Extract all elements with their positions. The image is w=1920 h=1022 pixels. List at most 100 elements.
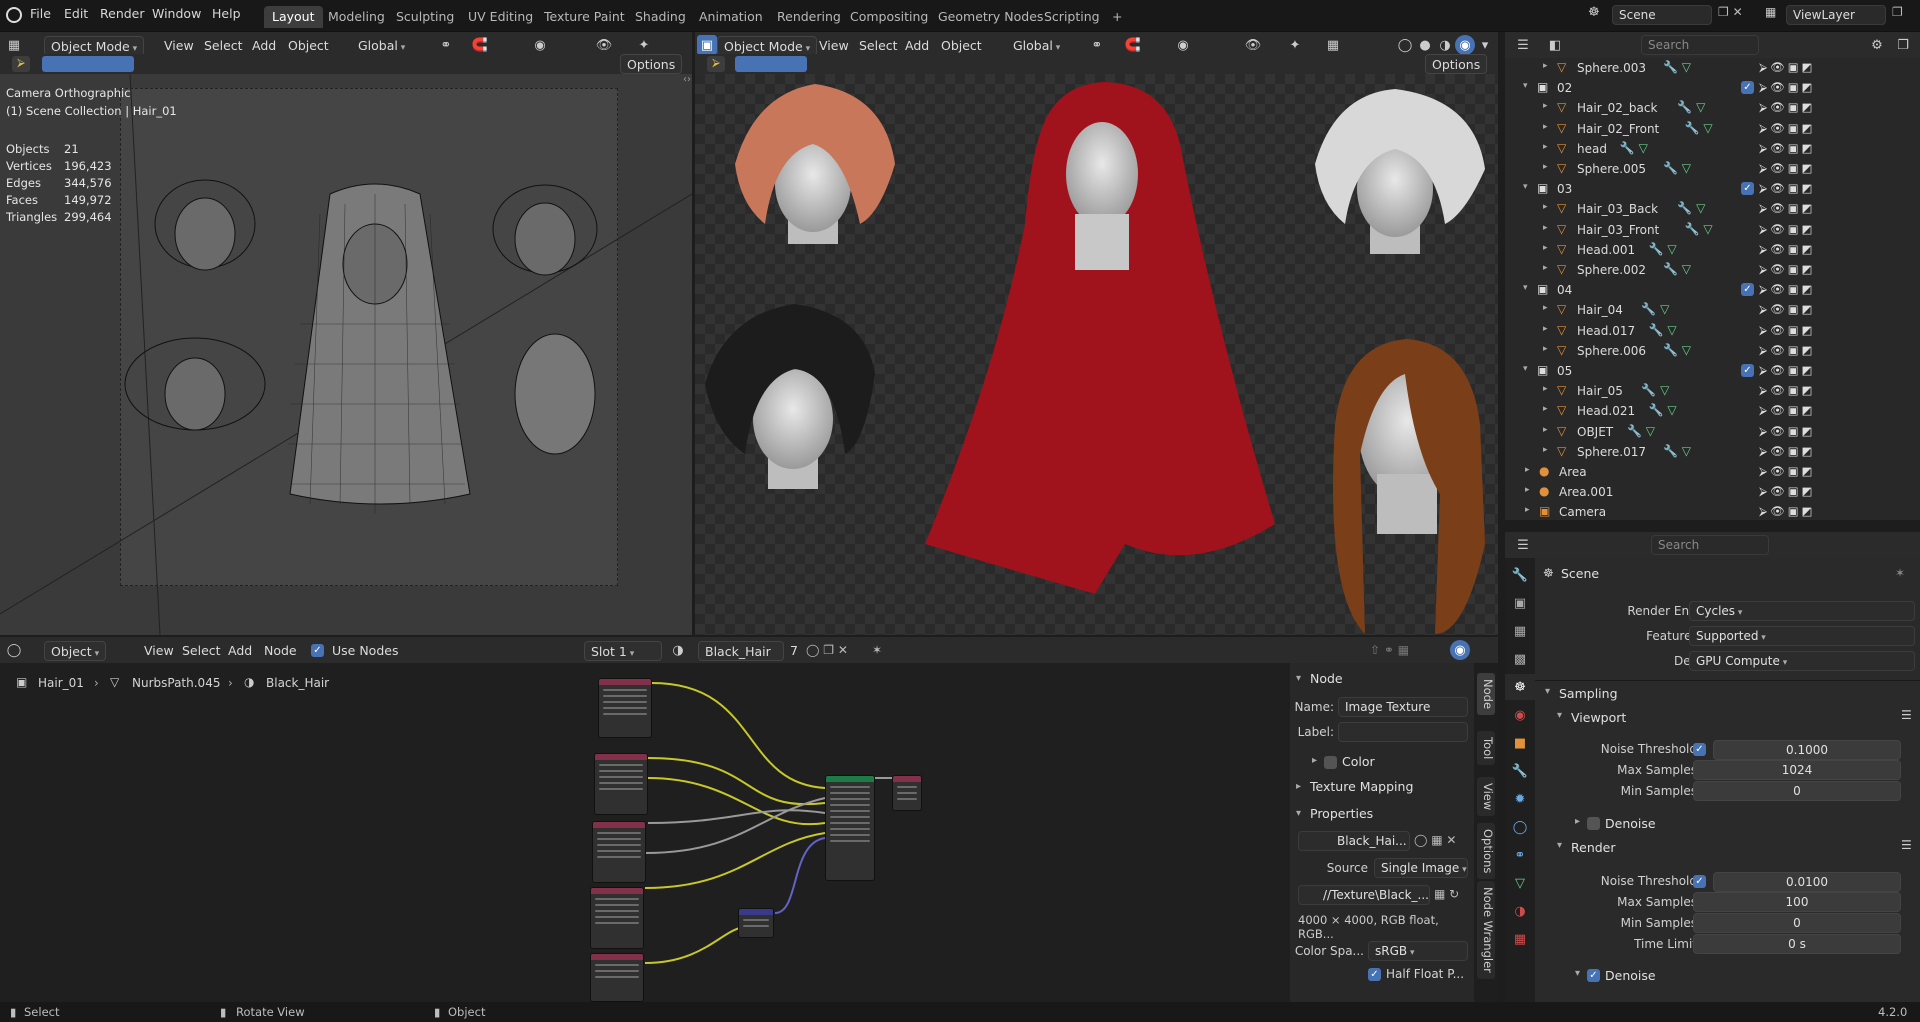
outliner-row[interactable]: ▸ ▽ Hair_05 🔧 ▽ ⮚👁▣◩: [1505, 381, 1920, 401]
tab-options[interactable]: Options: [1477, 823, 1495, 880]
outliner-row[interactable]: ▸ ● Area.001 ⮚👁▣◩: [1505, 482, 1920, 502]
vp-max-field[interactable]: 1024: [1693, 760, 1901, 780]
expand-chevron-icon[interactable]: ▾: [1523, 81, 1528, 91]
view-layer-tab-icon[interactable]: ▩: [1505, 646, 1535, 672]
render-tab-icon[interactable]: ▣: [1505, 590, 1535, 616]
node-add-menu[interactable]: Add: [222, 641, 258, 661]
colorspace-select[interactable]: sRGB: [1368, 941, 1468, 961]
tab-node-wrangler[interactable]: Node Wrangler: [1477, 881, 1495, 979]
constraint-tab-icon[interactable]: ⚭: [1505, 842, 1535, 868]
collection-exclude-checkbox[interactable]: ✓: [1741, 283, 1754, 297]
expand-chevron-icon[interactable]: ▸: [1543, 122, 1548, 132]
expand-chevron-icon[interactable]: ▸: [1543, 263, 1548, 273]
scene-tab-icon[interactable]: ☸: [1505, 674, 1535, 700]
outliner-row[interactable]: ▸ ▽ Hair_04 🔧 ▽ ⮚👁▣◩: [1505, 300, 1920, 320]
select-menu-right[interactable]: Select: [853, 36, 904, 56]
restriction-toggle-icons[interactable]: ⮚👁▣◩: [1759, 60, 1816, 75]
outliner-row[interactable]: ▸ ▽ Head.001 🔧 ▽ ⮚👁▣◩: [1505, 240, 1920, 260]
device-select[interactable]: GPU Compute: [1689, 651, 1915, 671]
options-button-right[interactable]: Options: [1425, 54, 1488, 74]
color-subpanel[interactable]: Color: [1342, 754, 1375, 769]
gizmo-icon-right[interactable]: ✦: [1285, 35, 1305, 55]
menu-help[interactable]: Help: [212, 6, 241, 21]
workspace-tab-compositing[interactable]: Compositing: [842, 6, 936, 28]
scene-actions-icon[interactable]: ❐ ✕: [1718, 5, 1758, 25]
workspace-tab-texture-paint[interactable]: Texture Paint: [536, 6, 633, 28]
slot-select[interactable]: Slot 1: [584, 641, 662, 661]
restriction-toggle-icons[interactable]: ⮚👁▣◩: [1759, 504, 1816, 519]
texture-tab-icon[interactable]: ▦: [1505, 926, 1535, 952]
outliner-row[interactable]: ▾ ▣ 03 ✓ ⮚👁▣◩: [1505, 179, 1920, 199]
expand-chevron-icon[interactable]: ▾: [1523, 182, 1528, 192]
menu-edit[interactable]: Edit: [64, 6, 88, 21]
menu-file[interactable]: File: [30, 6, 51, 21]
restriction-toggle-icons[interactable]: ⮚👁▣◩: [1759, 464, 1816, 479]
expand-chevron-icon[interactable]: ▸: [1543, 324, 1548, 334]
render-subpanel-header[interactable]: Render: [1571, 840, 1616, 855]
workspace-tab-geometry-nodes[interactable]: Geometry Nodes: [930, 6, 1051, 28]
node-panel-chevron-icon[interactable]: ▾: [1296, 673, 1301, 684]
node-node-menu[interactable]: Node: [258, 641, 303, 661]
node-label-field[interactable]: [1338, 722, 1468, 742]
restriction-toggle-icons[interactable]: ⮚👁▣◩: [1759, 323, 1816, 338]
expand-chevron-icon[interactable]: ▸: [1543, 384, 1548, 394]
overlay-icon[interactable]: ◉: [1450, 640, 1470, 660]
physics-tab-icon[interactable]: ◯: [1505, 814, 1535, 840]
color-chevron-icon[interactable]: ▸: [1312, 755, 1317, 766]
material-pin-icon[interactable]: ✶: [872, 643, 882, 657]
expand-chevron-icon[interactable]: ▸: [1543, 425, 1548, 435]
color-checkbox[interactable]: [1324, 756, 1337, 769]
object-menu-right[interactable]: Object: [935, 36, 988, 56]
expand-chevron-icon[interactable]: ▸: [1543, 404, 1548, 414]
material-users-count[interactable]: 7: [784, 641, 804, 661]
expand-chevron-icon[interactable]: ▸: [1543, 223, 1548, 233]
node-snap-icons[interactable]: ⇧ ⚭ ▦: [1370, 643, 1409, 657]
material-name-field[interactable]: Black_Hair: [698, 641, 784, 661]
properties-panel-header[interactable]: Properties: [1310, 806, 1373, 821]
restriction-toggle-icons[interactable]: ⮚👁▣◩: [1759, 121, 1816, 136]
workspace-tab-animation[interactable]: Animation: [691, 6, 771, 28]
expand-chevron-icon[interactable]: ▸: [1525, 465, 1530, 475]
material-actions-icon[interactable]: ◯ ❐ ✕: [806, 643, 848, 657]
node-editor-type-icon[interactable]: ◯: [4, 640, 24, 660]
modifier-icon[interactable]: 🔧 ▽: [1663, 262, 1691, 276]
restriction-toggle-icons[interactable]: ⮚👁▣◩: [1759, 424, 1816, 439]
view-menu-right[interactable]: View: [813, 36, 855, 56]
restriction-toggle-icons[interactable]: ⮚👁▣◩: [1759, 242, 1816, 257]
modifier-icon[interactable]: 🔧 ▽: [1685, 222, 1713, 236]
restriction-toggle-icons[interactable]: ⮚👁▣◩: [1759, 383, 1816, 398]
transform-orientation[interactable]: Global: [352, 36, 411, 56]
denoise-chevron-icon[interactable]: ▸: [1575, 816, 1580, 827]
vp-min-field[interactable]: 0: [1693, 781, 1901, 801]
viewlayer-browse-icon[interactable]: ▦: [1765, 5, 1785, 25]
outliner-row[interactable]: ▸ ▽ Sphere.005 🔧 ▽ ⮚👁▣◩: [1505, 159, 1920, 179]
pivot-icon[interactable]: ⚭: [436, 35, 456, 55]
render-preview-icon[interactable]: ▣: [697, 35, 717, 55]
render-chevron-icon[interactable]: ▾: [1557, 840, 1562, 851]
modifier-icon[interactable]: 🔧 ▽: [1649, 403, 1677, 417]
denoise2-checkbox[interactable]: ✓: [1587, 969, 1600, 982]
node-principled-hair-bsdf[interactable]: [825, 775, 875, 881]
gizmo-icon[interactable]: ✦: [634, 35, 654, 55]
transform-orientation-right[interactable]: Global: [1007, 36, 1066, 56]
editor-type-icon[interactable]: ▦: [4, 35, 24, 55]
view-menu[interactable]: View: [158, 36, 200, 56]
xray-icon[interactable]: ▦: [1323, 35, 1343, 55]
outliner-row[interactable]: ▸ ▽ Hair_03_Back 🔧 ▽ ⮚👁▣◩: [1505, 199, 1920, 219]
restriction-toggle-icons[interactable]: ⮚👁▣◩: [1759, 343, 1816, 358]
blender-logo-icon[interactable]: [6, 7, 22, 23]
expand-chevron-icon[interactable]: ▸: [1543, 142, 1548, 152]
material-shading-icon[interactable]: ◑: [1435, 35, 1455, 55]
image-actions-icon[interactable]: ◯ ▦ ✕: [1414, 833, 1456, 847]
restriction-toggle-icons[interactable]: ⮚👁▣◩: [1759, 363, 1816, 378]
shader-type-select[interactable]: Object: [44, 641, 107, 661]
properties-chevron-icon[interactable]: ▾: [1296, 808, 1301, 819]
node-editor-canvas[interactable]: ▣ Hair_01 › ▽ NurbsPath.045 › ◑ Black_Ha…: [0, 663, 1290, 1002]
menu-window[interactable]: Window: [152, 6, 201, 21]
scene-browse-icon[interactable]: ☸: [1588, 5, 1610, 25]
rendered-viewport[interactable]: ‹›: [683, 74, 1498, 635]
shading-options-icon[interactable]: ▾: [1475, 35, 1495, 55]
expand-chevron-icon[interactable]: ▸: [1543, 162, 1548, 172]
particles-tab-icon[interactable]: ✹: [1505, 786, 1535, 812]
options-button[interactable]: Options: [620, 54, 683, 74]
